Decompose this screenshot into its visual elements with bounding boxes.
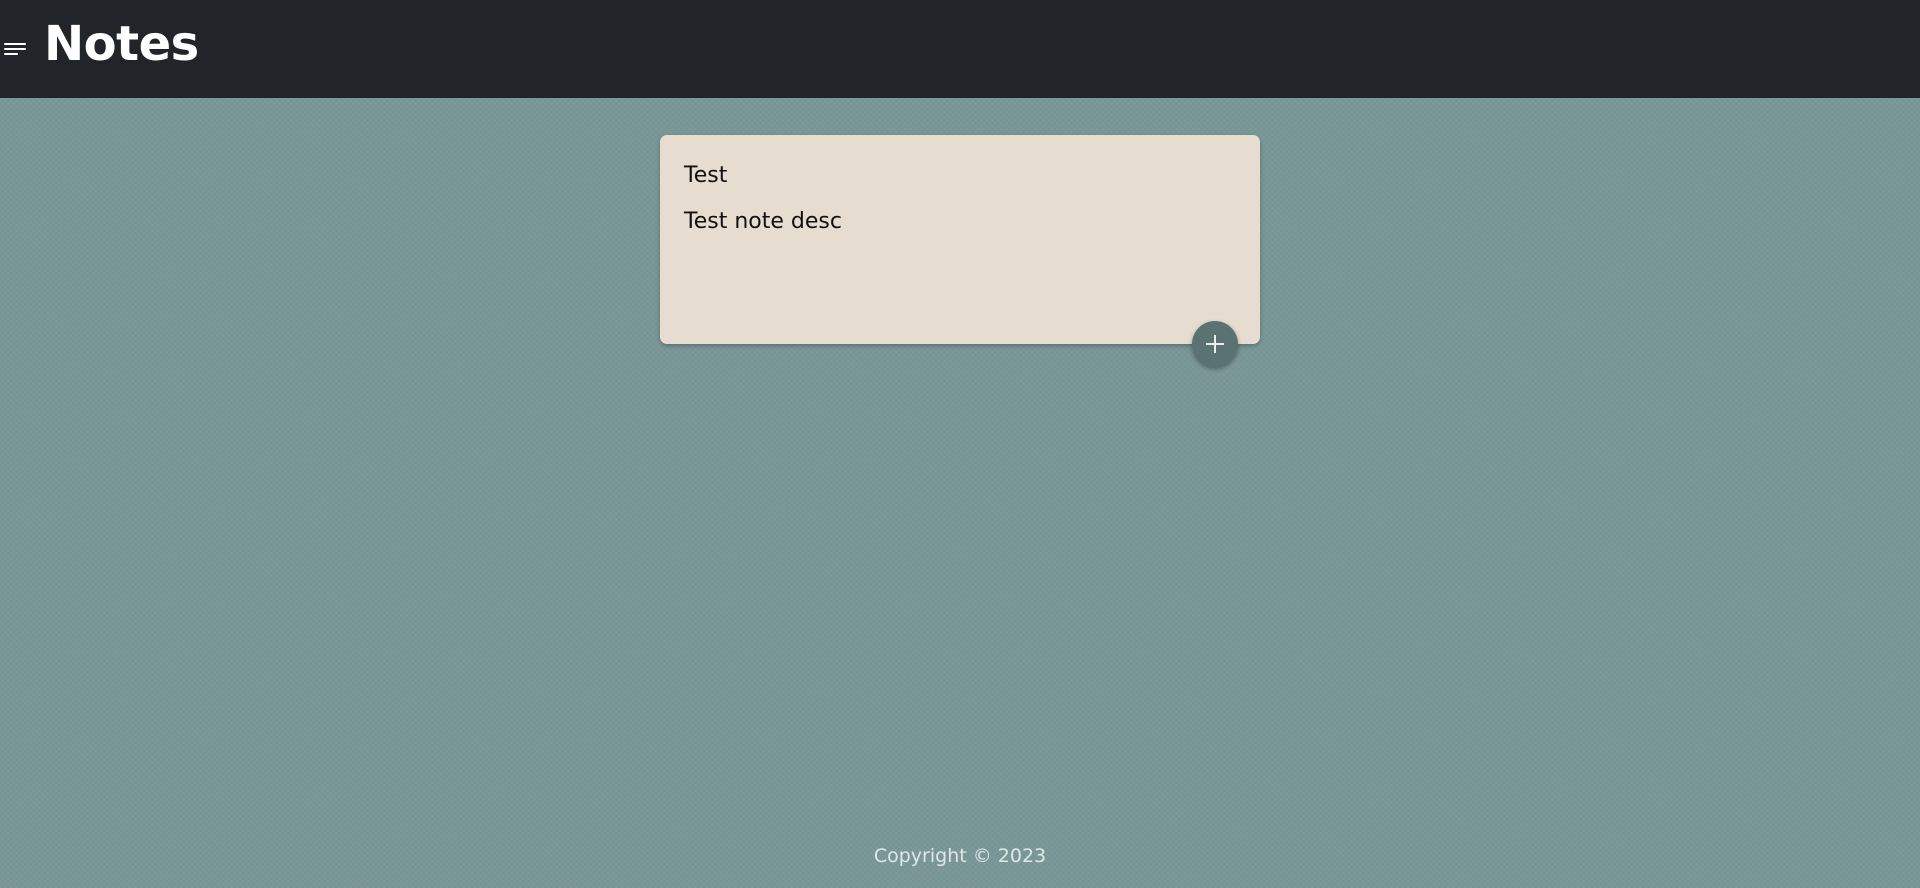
menu-line: [4, 43, 26, 45]
plus-icon: [1206, 335, 1224, 353]
add-note-button[interactable]: [1192, 321, 1238, 367]
menu-line: [4, 53, 18, 55]
menu-line: [4, 48, 26, 50]
note-card[interactable]: Test Test note desc: [660, 135, 1260, 344]
app-title: Notes: [44, 16, 199, 72]
note-description: Test note desc: [684, 209, 842, 234]
footer-copyright: Copyright © 2023: [873, 845, 1047, 867]
hamburger-menu-icon[interactable]: [4, 40, 26, 58]
note-title: Test: [684, 163, 728, 188]
app-header: Notes: [0, 0, 1920, 98]
